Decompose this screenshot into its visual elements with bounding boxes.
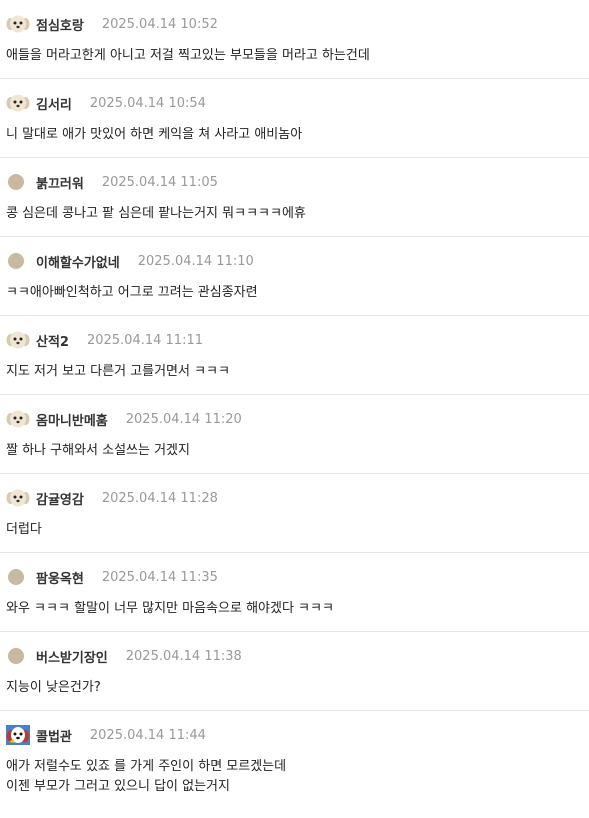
comment-date: 2025.04.14 11:20 [125,411,242,427]
comment-date: 2025.04.14 10:54 [89,95,206,111]
puppy-face-icon[interactable] [6,488,30,508]
comment-text: 더럽다 [6,522,42,537]
comment-text: 지능이 낮은건가? [6,680,101,695]
comment-date: 2025.04.14 11:38 [125,648,242,664]
default-dot-icon[interactable] [6,251,30,271]
comment-author[interactable]: 붉끄러워 [36,173,84,192]
comment-author[interactable]: 산적2 [36,331,69,350]
comment-author[interactable]: 김서리 [36,94,72,113]
comment-author[interactable]: 점심호랑 [36,15,84,34]
comment-item: 산적2 2025.04.14 11:11 지도 저거 보고 다른거 고를거면서 … [0,316,589,395]
default-dot-icon[interactable] [6,567,30,587]
puppy-face-icon[interactable] [6,93,30,113]
comment-text: 와우 ㅋㅋㅋ 할말이 너무 많지만 마음속으로 해야겠다 ㅋㅋㅋ [6,601,334,616]
colorful-dog-icon[interactable] [6,725,30,745]
comment-header: 버스받기장인 2025.04.14 11:38 [6,644,242,668]
comment-item: 감귤영감 2025.04.14 11:28 더럽다 [0,474,589,553]
comment-header: 옴마니반메훔 2025.04.14 11:20 [6,407,242,431]
comment-header: 감귤영감 2025.04.14 11:28 [6,486,218,510]
comment-item: 콜법관 2025.04.14 11:44 애가 저럴수도 있죠 를 가게 주인이… [0,711,589,801]
comment-item: 점심호랑 2025.04.14 10:52 애들을 머라고한게 아니고 저걸 찍… [0,0,589,79]
default-dot-icon[interactable] [6,172,30,192]
comment-text: 니 말대로 애가 맛있어 하면 케익을 쳐 사라고 애비놈아 [6,127,303,142]
comment-author[interactable]: 버스받기장인 [36,647,108,666]
comment-text: 애들을 머라고한게 아니고 저걸 찍고있는 부모들을 머라고 하는건데 [6,48,370,63]
default-dot-icon[interactable] [6,646,30,666]
puppy-face-icon[interactable] [6,14,30,34]
comment-header: 이해할수가없네 2025.04.14 11:10 [6,249,254,273]
comment-item: 이해할수가없네 2025.04.14 11:10 ㅋㅋ애아빠인척하고 어그로 끄… [0,237,589,316]
comment-author[interactable]: 옴마니반메훔 [36,410,108,429]
comment-date: 2025.04.14 11:28 [101,490,218,506]
comment-item: 팜웅옥현 2025.04.14 11:35 와우 ㅋㅋㅋ 할말이 너무 많지만 … [0,553,589,632]
comment-header: 산적2 2025.04.14 11:11 [6,328,203,352]
comment-header: 김서리 2025.04.14 10:54 [6,91,206,115]
comment-item: 옴마니반메훔 2025.04.14 11:20 짤 하나 구해와서 소설쓰는 거… [0,395,589,474]
comment-header: 붉끄러워 2025.04.14 11:05 [6,170,218,194]
comment-header: 점심호랑 2025.04.14 10:52 [6,12,218,36]
comment-text: ㅋㅋ애아빠인척하고 어그로 끄려는 관심종자련 [6,285,258,300]
comment-item: 버스받기장인 2025.04.14 11:38 지능이 낮은건가? [0,632,589,711]
comment-text: 짤 하나 구해와서 소설쓰는 거겠지 [6,443,190,458]
comment-date: 2025.04.14 11:11 [86,332,203,348]
comment-text: 애가 저럴수도 있죠 를 가게 주인이 하면 모르겠는데 이젠 부모가 그러고 … [6,759,287,794]
comment-header: 팜웅옥현 2025.04.14 11:35 [6,565,218,589]
comment-date: 2025.04.14 11:05 [101,174,218,190]
comment-text: 지도 저거 보고 다른거 고를거면서 ㅋㅋㅋ [6,364,230,379]
comment-date: 2025.04.14 11:35 [101,569,218,585]
comment-date: 2025.04.14 11:44 [89,727,206,743]
comment-author[interactable]: 콜법관 [36,726,72,745]
comment-author[interactable]: 감귤영감 [36,489,84,508]
puppy-face-icon[interactable] [6,409,30,429]
comment-list: 점심호랑 2025.04.14 10:52 애들을 머라고한게 아니고 저걸 찍… [0,0,589,801]
comment-header: 콜법관 2025.04.14 11:44 [6,723,206,747]
comment-text: 콩 심은데 콩나고 팥 심은데 팥나는거지 뭐ㅋㅋㅋㅋ에휴 [6,206,306,221]
comment-date: 2025.04.14 10:52 [101,16,218,32]
comment-author[interactable]: 이해할수가없네 [36,252,120,271]
comment-author[interactable]: 팜웅옥현 [36,568,84,587]
comment-item: 김서리 2025.04.14 10:54 니 말대로 애가 맛있어 하면 케익을… [0,79,589,158]
comment-item: 붉끄러워 2025.04.14 11:05 콩 심은데 콩나고 팥 심은데 팥나… [0,158,589,237]
comment-date: 2025.04.14 11:10 [137,253,254,269]
puppy-face-icon[interactable] [6,330,30,350]
